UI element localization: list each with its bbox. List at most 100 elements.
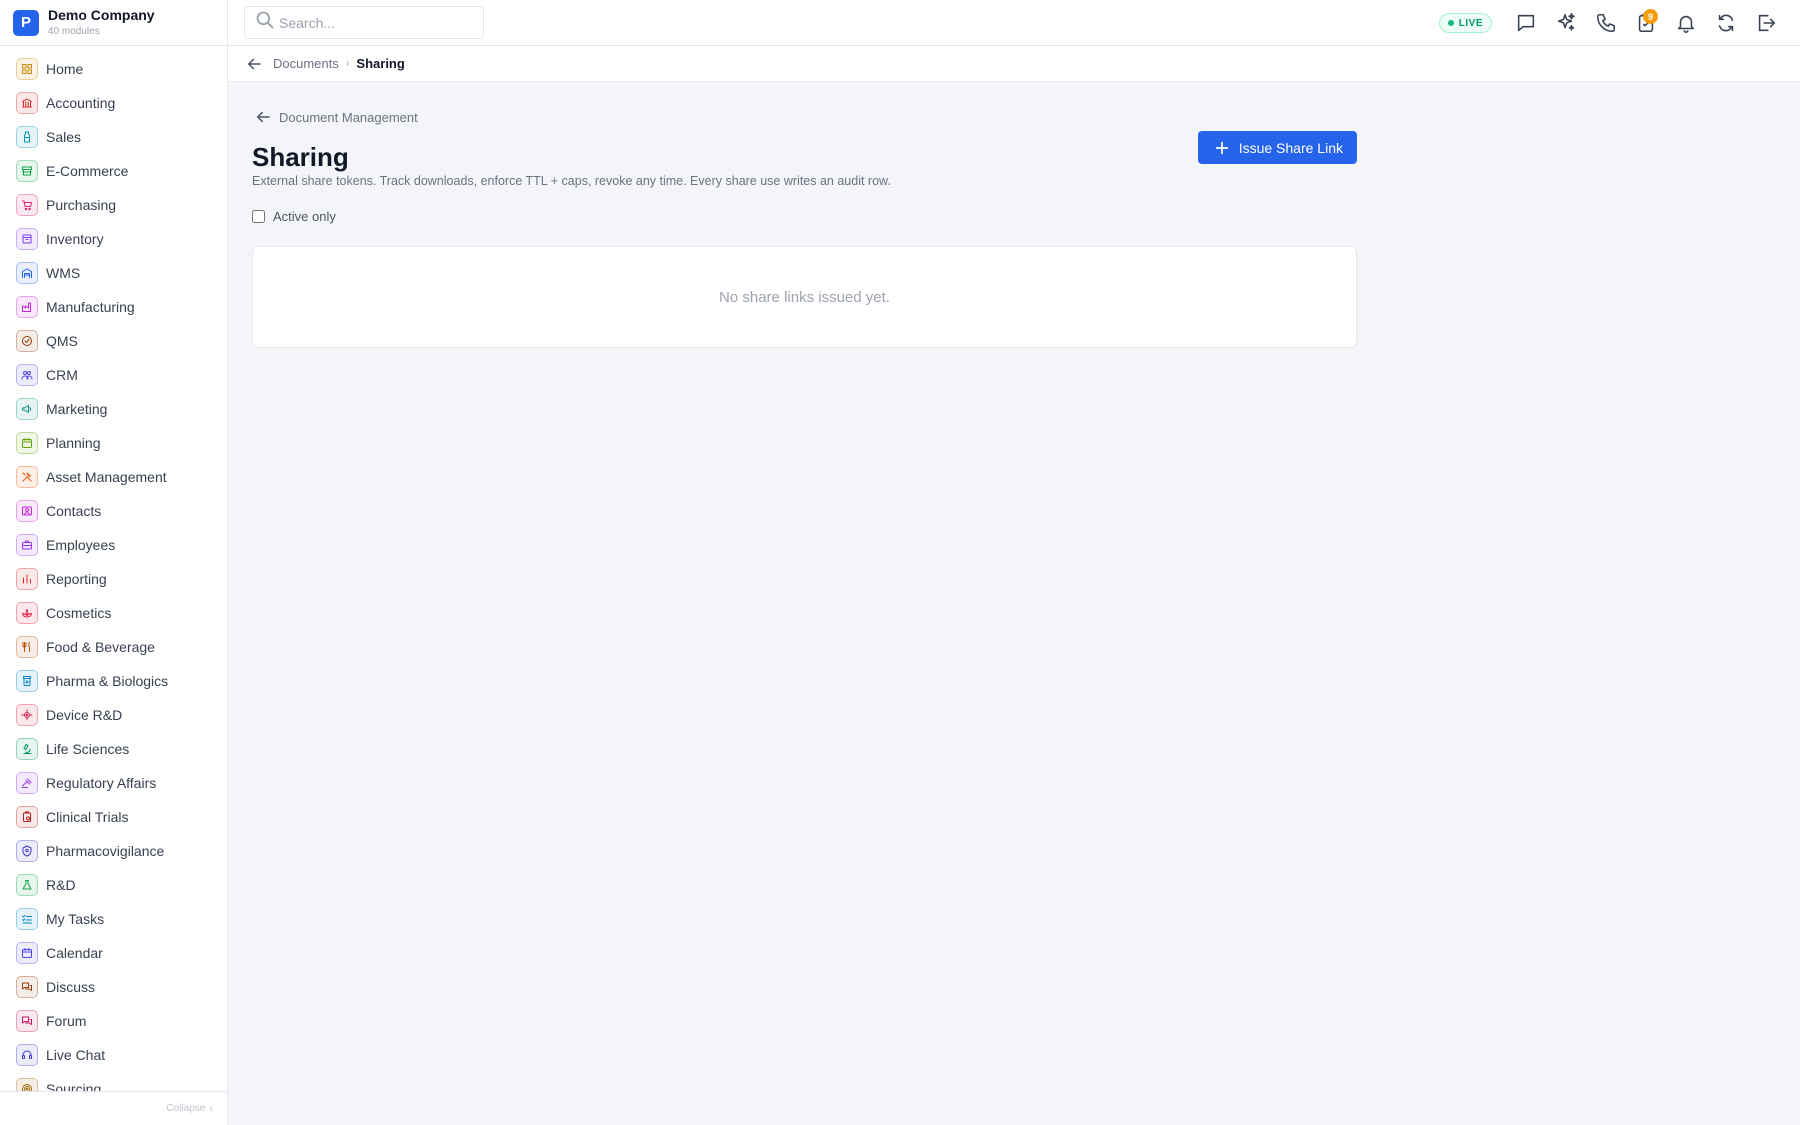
arrow-left-icon [257,111,270,123]
sidebar-item-accounting[interactable]: Accounting [0,86,227,120]
sidebar-item-asset-management[interactable]: Asset Management [0,460,227,494]
sidebar-item-contacts[interactable]: Contacts [0,494,227,528]
bell-icon[interactable] [1666,3,1706,43]
badge-check-icon [16,330,38,352]
active-only-checkbox[interactable] [252,210,265,223]
live-dot [1447,20,1454,26]
sidebar-item-label: Accounting [46,95,116,111]
sidebar-item-sourcing[interactable]: Sourcing [0,1072,227,1091]
sidebar-item-label: Inventory [46,231,104,247]
storefront-icon [16,160,38,182]
back-arrow-icon[interactable] [245,55,263,73]
issue-share-link-button[interactable]: Issue Share Link [1197,131,1357,164]
search-box[interactable] [244,6,484,39]
sidebar-item-label: Regulatory Affairs [46,775,157,791]
grid-icon [16,58,38,80]
checklist-icon [16,908,38,930]
sidebar-item-live-chat[interactable]: Live Chat [0,1038,227,1072]
sidebar-item-label: Purchasing [46,197,117,213]
factory-icon [16,296,38,318]
page-title: Sharing [252,142,349,172]
sidebar-item-calendar[interactable]: Calendar [0,936,227,970]
sidebar-item-discuss[interactable]: Discuss [0,970,227,1004]
sidebar-item-home[interactable]: Home [0,52,227,86]
shield-icon [16,840,38,862]
sidebar-item-label: R&D [46,877,76,893]
sidebar-item-label: Food & Beverage [46,639,155,655]
flask-icon [16,874,38,896]
microscope-icon [16,738,38,760]
sidebar-item-label: Clinical Trials [46,809,129,825]
sidebar-item-sales[interactable]: Sales [0,120,227,154]
search-input[interactable] [279,14,469,31]
live-label: LIVE [1458,17,1483,29]
sidebar-item-e-commerce[interactable]: E-Commerce [0,154,227,188]
notification-count-badge: 9 [1643,9,1658,24]
message-icon[interactable] [1506,3,1546,43]
sidebar-item-employees[interactable]: Employees [0,528,227,562]
chat-bubbles-icon [16,1010,38,1032]
chevron-left-icon: ‹ [209,1102,213,1115]
company-switcher[interactable]: P Demo Company 40 modules [0,0,227,46]
sidebar-item-label: Marketing [46,401,108,417]
gavel-icon [16,772,38,794]
sparkles-icon[interactable] [1546,3,1586,43]
collapse-label: Collapse [166,1103,206,1114]
sidebar-item-label: CRM [46,367,78,383]
sidebar-item-inventory[interactable]: Inventory [0,222,227,256]
sidebar-item-crm[interactable]: CRM [0,358,227,392]
sidebar-item-reporting[interactable]: Reporting [0,562,227,596]
sidebar-item-life-sciences[interactable]: Life Sciences [0,732,227,766]
logout-icon[interactable] [1746,3,1786,43]
sidebar-item-label: WMS [46,265,81,281]
active-only-label: Active only [273,209,336,224]
sidebar-item-label: My Tasks [46,911,105,927]
sidebar-item-purchasing[interactable]: Purchasing [0,188,227,222]
sidebar-item-food-and-beverage[interactable]: Food & Beverage [0,630,227,664]
breadcrumb-current: Sharing [356,56,405,71]
headset-icon [16,1044,38,1066]
sidebar-item-marketing[interactable]: Marketing [0,392,227,426]
sidebar-item-regulatory-affairs[interactable]: Regulatory Affairs [0,766,227,800]
sync-icon[interactable] [1706,3,1746,43]
sidebar-item-randd[interactable]: R&D [0,868,227,902]
sidebar-item-label: Sales [46,129,82,145]
sidebar-item-my-tasks[interactable]: My Tasks [0,902,227,936]
calendar-icon [16,942,38,964]
sidebar-item-label: E-Commerce [46,163,129,179]
back-to-document-management[interactable]: Document Management [254,108,418,126]
sidebar-item-cosmetics[interactable]: Cosmetics [0,596,227,630]
sidebar-item-manufacturing[interactable]: Manufacturing [0,290,227,324]
chip-icon [16,704,38,726]
sidebar-item-device-randd[interactable]: Device R&D [0,698,227,732]
sidebar-item-wms[interactable]: WMS [0,256,227,290]
cart-icon [16,194,38,216]
lotus-icon [16,602,38,624]
page-subtitle: External share tokens. Track downloads, … [252,174,891,188]
warehouse-icon [16,262,38,284]
bank-icon [16,92,38,114]
sidebar-item-planning[interactable]: Planning [0,426,227,460]
phone-icon[interactable] [1586,3,1626,43]
sidebar-item-qms[interactable]: QMS [0,324,227,358]
sidebar-item-forum[interactable]: Forum [0,1004,227,1038]
sidebar-item-label: Discuss [46,979,96,995]
sidebar-item-label: QMS [46,333,78,349]
sidebar-item-pharma-and-biologics[interactable]: Pharma & Biologics [0,664,227,698]
collapse-button[interactable]: Collapse ‹ [0,1091,227,1125]
sidebar-item-label: Asset Management [46,469,167,485]
company-logo: P [13,9,39,36]
users-icon [16,364,38,386]
sidebar-item-pharmacovigilance[interactable]: Pharmacovigilance [0,834,227,868]
sidebar-item-label: Planning [46,435,101,451]
box-icon [16,228,38,250]
briefcase-icon [16,534,38,556]
pill-bottle-icon [16,670,38,692]
sidebar-item-clinical-trials[interactable]: Clinical Trials [0,800,227,834]
active-only-filter[interactable]: Active only [252,209,336,224]
approval-icon[interactable]: 9 [1626,3,1666,43]
breadcrumb-documents[interactable]: Documents [273,56,339,71]
sidebar-item-label: Reporting [46,571,107,587]
live-status-badge: LIVE [1438,13,1492,33]
issue-share-link-label: Issue Share Link [1238,139,1343,156]
